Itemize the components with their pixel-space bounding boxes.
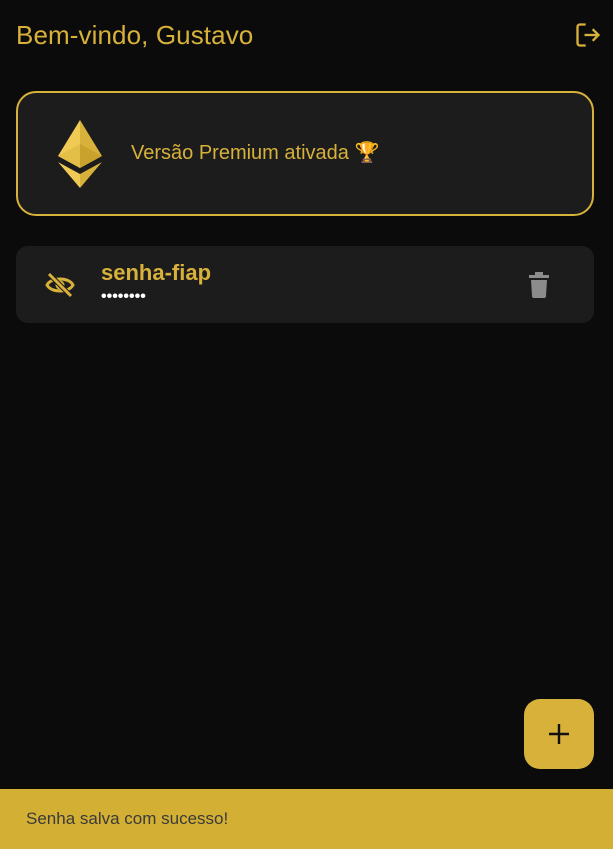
toggle-visibility-button[interactable] [44, 270, 76, 300]
snackbar-message: Senha salva com sucesso! [26, 809, 229, 828]
premium-banner: Versão Premium ativada 🏆 [16, 91, 594, 216]
trash-icon [529, 272, 549, 298]
password-name: senha-fiap [101, 260, 212, 285]
password-masked-value: •••••••• [101, 288, 146, 305]
ethereum-icon [58, 120, 102, 188]
logout-icon [576, 23, 601, 47]
add-password-button[interactable] [524, 699, 594, 769]
eye-off-icon [45, 272, 75, 298]
delete-password-button[interactable] [526, 271, 552, 299]
app-screen: Bem-vindo, Gustavo Versão Premium ativad… [0, 0, 613, 849]
app-bar: Bem-vindo, Gustavo [0, 0, 613, 72]
plus-icon [549, 724, 569, 744]
password-list-item[interactable]: senha-fiap •••••••• [16, 246, 594, 323]
logout-button[interactable] [573, 20, 603, 50]
snackbar: Senha salva com sucesso! [0, 789, 613, 849]
page-title: Bem-vindo, Gustavo [16, 20, 254, 50]
premium-status-text: Versão Premium ativada 🏆 [131, 142, 380, 164]
